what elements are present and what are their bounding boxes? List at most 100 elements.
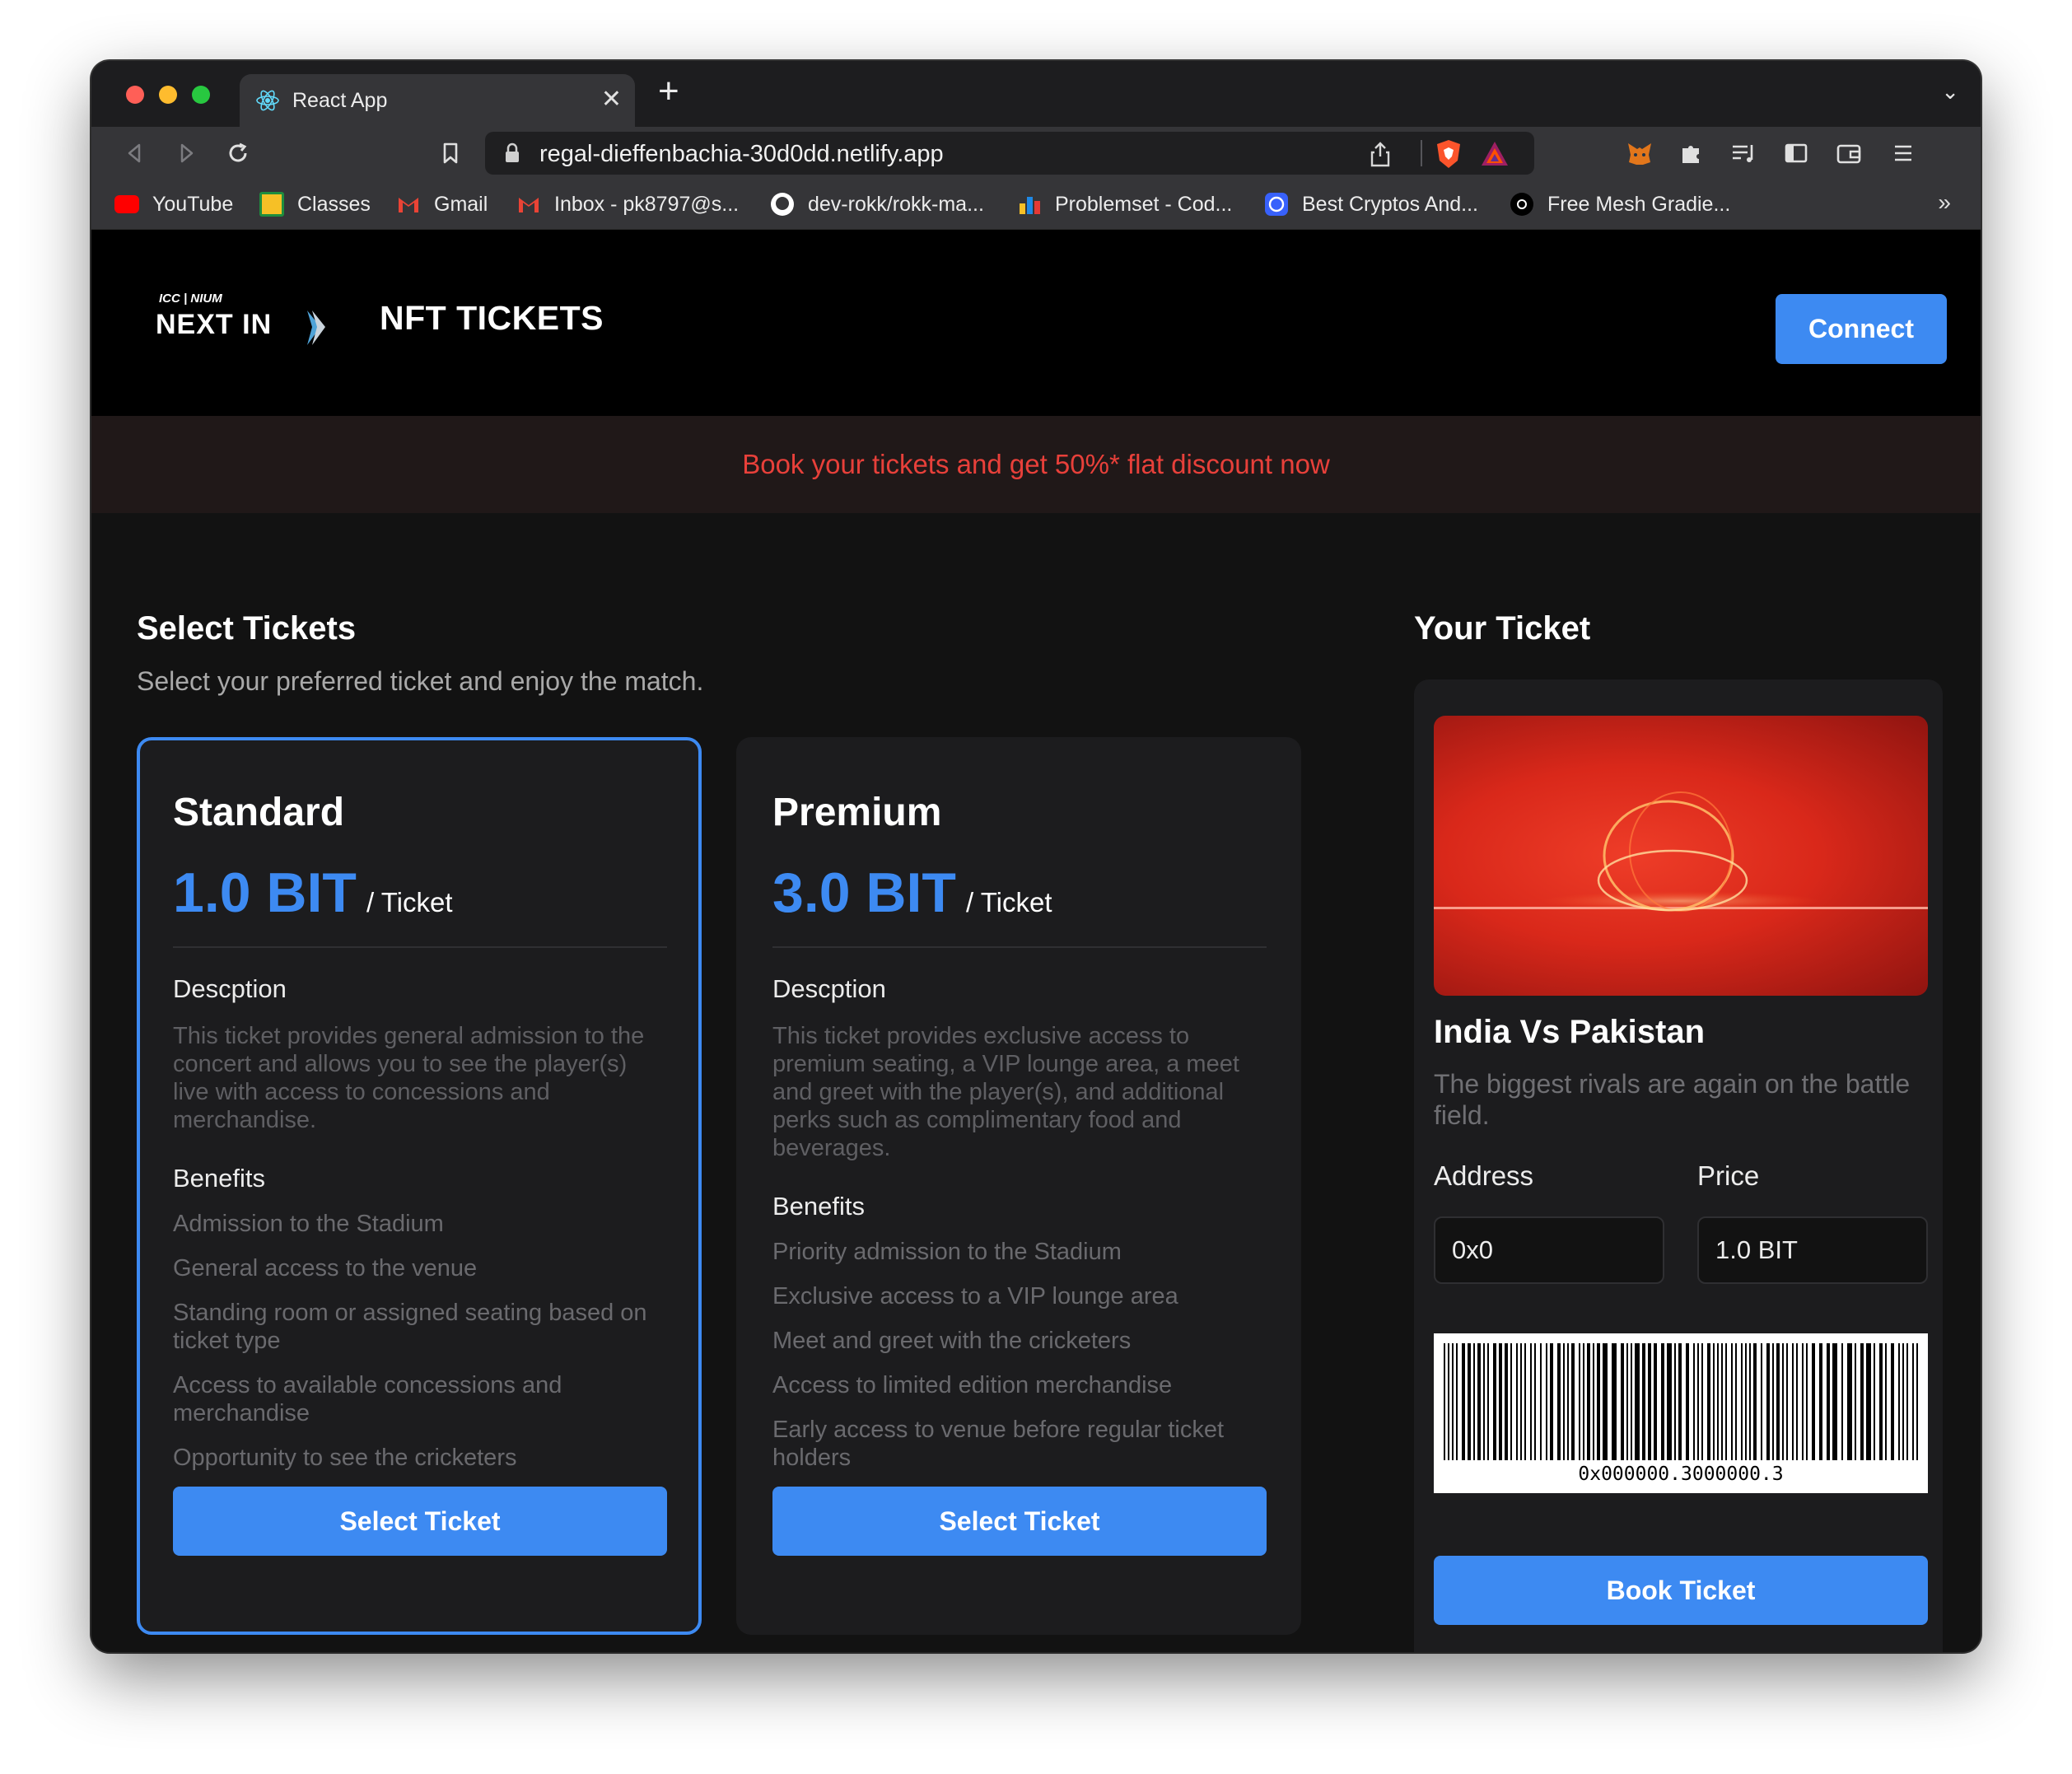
barcode-bar [1891,1343,1894,1460]
barcode-bar [1906,1343,1908,1460]
tab-bar: React App ✕ + ⌄ [91,61,1981,127]
barcode-bar [1550,1343,1553,1460]
wallet-icon[interactable] [1832,137,1865,170]
close-tab-icon[interactable]: ✕ [601,85,622,114]
bookmark-inbox[interactable]: Inbox - pk8797@s... [516,191,739,217]
book-ticket-button[interactable]: Book Ticket [1434,1556,1928,1625]
close-window-button[interactable] [126,86,144,104]
benefit-item: General access to the venue [173,1255,478,1281]
tab-list-chevron-icon[interactable]: ⌄ [1941,79,1959,105]
brave-rewards-icon[interactable] [1480,140,1510,168]
barcode-bar [1721,1343,1723,1460]
gmail-icon [519,198,539,212]
barcode-bar [1587,1343,1590,1460]
barcode-bar [1806,1343,1808,1460]
divider [173,946,667,948]
barcode-bar [1563,1343,1565,1460]
new-tab-button[interactable]: + [658,71,679,112]
barcode-bars [1444,1343,1918,1460]
share-icon[interactable] [1368,140,1393,168]
ticket-price: 3.0 BIT / Ticket [772,861,1052,925]
barcode-bar [1796,1343,1798,1460]
bookmark-mesh[interactable]: Free Mesh Gradie... [1510,191,1730,217]
bookmark-classes[interactable]: Classes [259,191,371,217]
barcode-bar [1448,1343,1449,1460]
barcode-bar [1735,1343,1737,1460]
price-field[interactable]: 1.0 BIT [1697,1216,1928,1284]
barcode-bar [1499,1343,1502,1460]
logo-top-text: ICC | NIUM [159,292,222,306]
connect-wallet-button[interactable]: Connect [1776,294,1947,364]
barcode-bar [1874,1343,1875,1460]
ticket-price-value: 3.0 BIT [772,861,956,924]
barcode-bar [1697,1343,1699,1460]
url-divider [1421,140,1422,166]
promo-banner: Book your tickets and get 50%* flat disc… [91,416,1981,513]
event-title: India Vs Pakistan [1434,1014,1706,1050]
select-ticket-button[interactable]: Select Ticket [772,1487,1267,1556]
barcode-bar [1855,1343,1856,1460]
benefits-heading: Benefits [772,1192,866,1221]
ticket-price-unit: / Ticket [965,887,1052,917]
barcode-bar [1749,1343,1751,1460]
browser-toolbar: regal-dieffenbachia-30d0dd.netlify.app [91,127,1981,180]
bookmarks-overflow-button[interactable]: » [1938,189,1951,216]
benefit-item: Early access to venue before regular tic… [772,1417,1225,1471]
logo-main-text: NEXT IN [156,309,272,340]
barcode-bar [1477,1343,1481,1460]
barcode-bar [1693,1343,1695,1460]
bookmarks-bar: YouTube Classes Gmail Inbox - pk8797@s..… [91,180,1981,230]
forward-button[interactable] [170,137,203,170]
brave-shield-icon[interactable] [1434,138,1463,170]
barcode-bar [1761,1343,1762,1460]
playlist-icon[interactable] [1727,137,1760,170]
ticket-card-premium[interactable]: Premium 3.0 BIT / Ticket Descption This … [736,737,1301,1635]
bookmark-gmail[interactable]: Gmail [396,191,488,217]
barcode-bar [1557,1343,1561,1460]
barcode-bar [1786,1343,1788,1460]
coinmarketcap-icon [1265,193,1288,216]
bookmark-label: Classes [297,192,371,216]
ticket-card-standard[interactable]: Standard 1.0 BIT / Ticket Descption This… [137,737,702,1635]
bookmark-codeforces[interactable]: Problemset - Cod... [1017,191,1232,217]
barcode-bar [1792,1343,1794,1460]
back-button[interactable] [118,137,151,170]
browser-tab[interactable]: React App ✕ [240,74,635,127]
menu-icon[interactable] [1887,137,1920,170]
benefit-item: Opportunity to see the cricketers [173,1445,517,1471]
barcode-bar [1520,1343,1522,1460]
barcode-bar [1648,1343,1651,1460]
barcode-bar [1860,1343,1864,1460]
barcode-bar [1593,1343,1594,1460]
bookmark-page-button[interactable] [434,137,467,170]
barcode-bar [1898,1343,1900,1460]
sidebar-icon[interactable] [1780,137,1813,170]
metamask-icon[interactable] [1623,137,1656,170]
bookmark-cryptos[interactable]: Best Cryptos And... [1264,191,1478,217]
benefit-item: Access to available concessions and merc… [173,1372,562,1426]
select-tickets-heading: Select Tickets [137,610,357,647]
maximize-window-button[interactable] [192,86,210,104]
barcode-bar [1912,1343,1914,1460]
bookmark-youtube[interactable]: YouTube [114,191,233,217]
browser-window: React App ✕ + ⌄ regal-dieffenbachia-30d0… [91,61,1981,1652]
promo-text: Book your tickets and get 50%* flat disc… [742,449,1330,479]
address-field[interactable]: 0x0 [1434,1216,1664,1284]
select-ticket-button[interactable]: Select Ticket [173,1487,667,1556]
bookmark-github[interactable]: dev-rokk/rokk-ma... [770,191,984,217]
ticket-name: Premium [772,791,942,834]
barcode-bar [1916,1343,1918,1460]
barcode-bar [1674,1343,1676,1460]
extensions-icon[interactable] [1674,137,1707,170]
reload-button[interactable] [222,137,254,170]
barcode-bar [1603,1343,1608,1460]
ticket-image [1434,716,1928,996]
address-label: Address [1434,1160,1534,1191]
minimize-window-button[interactable] [159,86,177,104]
barcode-bar [1444,1343,1445,1460]
event-description: The biggest rivals are again on the batt… [1434,1069,1911,1130]
address-bar[interactable]: regal-dieffenbachia-30d0dd.netlify.app [485,132,1534,175]
barcode-bar [1745,1343,1747,1460]
barcode-bar [1626,1343,1628,1460]
barcode-bar [1841,1343,1843,1460]
